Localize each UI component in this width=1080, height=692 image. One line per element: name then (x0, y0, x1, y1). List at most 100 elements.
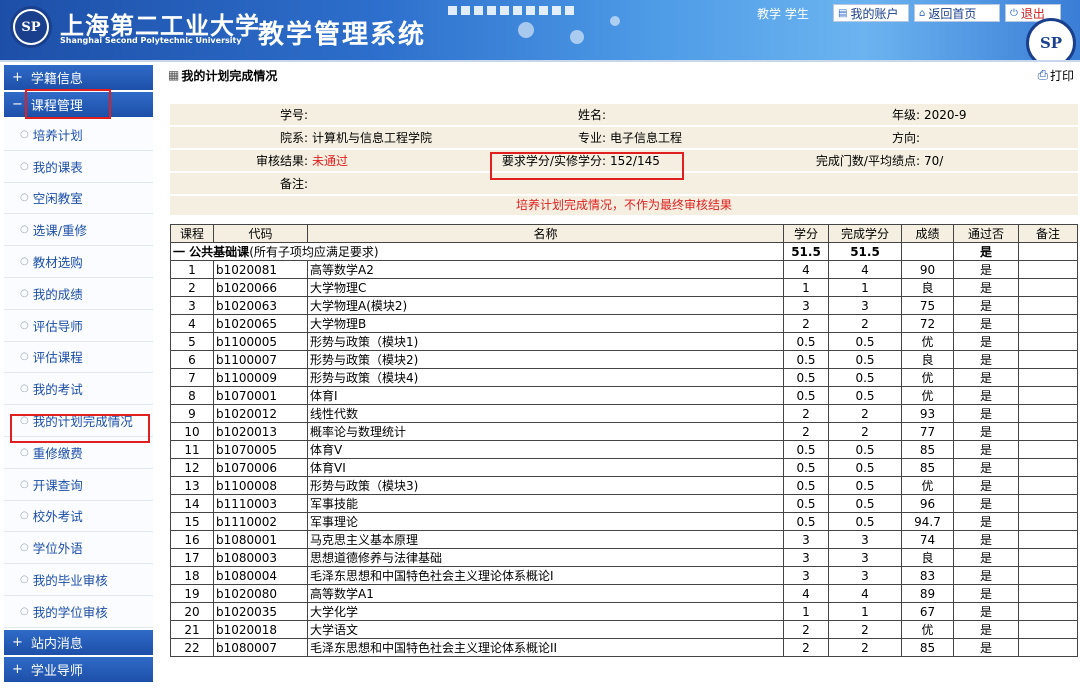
bullet-icon: ○ (20, 574, 29, 586)
course-remark (1018, 512, 1078, 531)
course-number: 6 (170, 350, 214, 369)
power-icon: ⏻ (1010, 7, 1018, 19)
sidebar-heading-academic-advisor[interactable]: + 学业导师 (4, 656, 153, 682)
course-score: 良 (901, 548, 954, 567)
course-number: 14 (170, 494, 214, 513)
bullet-icon: ○ (20, 128, 29, 140)
category-name: 一 公共基础课 (173, 245, 250, 259)
course-code: b1100008 (213, 476, 308, 495)
course-number: 7 (170, 368, 214, 387)
category-remark (1018, 242, 1078, 261)
course-number: 3 (170, 296, 214, 315)
column-header: 课程 (170, 224, 214, 243)
column-header: 学分 (783, 224, 829, 243)
bullet-icon: ○ (20, 256, 29, 268)
course-credit: 1 (783, 602, 829, 621)
sidebar-item-label: 开课查询 (32, 477, 83, 493)
gpa-label: 完成门数/平均绩点: (815, 154, 920, 168)
course-code: b1110003 (213, 494, 308, 513)
course-credit: 3 (783, 530, 829, 549)
course-credit: 1 (783, 278, 829, 297)
pass-status: 是 (953, 584, 1019, 603)
return-home-button[interactable]: ⌂ 返回首页 (914, 4, 1000, 22)
sidebar-item[interactable]: ○ 培养计划 (4, 119, 153, 151)
bullet-icon: ○ (20, 224, 29, 236)
completed-credit: 2 (828, 404, 902, 423)
course-name: 高等数学A2 (307, 260, 784, 279)
sidebar-item[interactable]: ○ 我的计划完成情况 (4, 405, 153, 437)
decorative-circle (610, 16, 620, 26)
sidebar-item[interactable]: ○ 我的毕业审核 (4, 564, 153, 596)
university-name-en: Shanghai Second Polytechnic University (60, 36, 242, 45)
info-row: 审核结果: 未通过 要求学分/实修学分: 152/145 完成门数/平均绩点: 70/ (170, 150, 1078, 171)
sidebar-item[interactable]: ○ 教材选购 (4, 246, 153, 278)
my-account-button[interactable]: ▤ 我的账户 (833, 4, 909, 22)
course-remark (1018, 314, 1078, 333)
sidebar-item[interactable]: ○ 校外考试 (4, 500, 153, 533)
sidebar-item-label: 学位外语 (32, 541, 83, 557)
sidebar-item[interactable]: ○ 我的成绩 (4, 277, 153, 310)
sidebar-item[interactable]: ○ 我的课表 (4, 150, 153, 183)
course-remark (1018, 620, 1078, 639)
table-row: 15 b1110002 军事理论 0.5 0.5 94.7 是 (170, 512, 1078, 531)
course-remark (1018, 368, 1078, 387)
course-remark (1018, 296, 1078, 315)
pass-status: 是 (953, 368, 1019, 387)
sidebar-item[interactable]: ○ 开课查询 (4, 468, 153, 501)
sidebar-item[interactable]: ○ 学位外语 (4, 532, 153, 565)
course-name: 线性代数 (307, 404, 784, 423)
course-name: 形势与政策（模块4) (307, 368, 784, 387)
completed-credit: 4 (828, 260, 902, 279)
print-button[interactable]: ⎙ 打印 (1038, 67, 1074, 84)
sidebar-item[interactable]: ○ 选课/重修 (4, 214, 153, 247)
sidebar-heading-course-management[interactable]: − 课程管理 (4, 92, 153, 117)
bullet-icon: ○ (20, 160, 29, 172)
course-score: 67 (901, 602, 954, 621)
page-title-bar: ▦ 我的计划完成情况 (168, 64, 1080, 86)
course-number: 11 (170, 440, 214, 459)
bullet-icon: ○ (20, 605, 29, 617)
student-id-label: 学号: (279, 108, 308, 122)
course-name: 军事技能 (307, 494, 784, 513)
course-credit: 0.5 (783, 458, 829, 477)
course-code: b1080004 (213, 566, 308, 585)
pass-status: 是 (953, 638, 1019, 657)
bullet-icon: ○ (20, 287, 29, 299)
sidebar-item[interactable]: ○ 我的考试 (4, 373, 153, 406)
course-credit: 2 (783, 620, 829, 639)
department-label: 院系: (279, 131, 308, 145)
course-remark (1018, 602, 1078, 621)
course-number: 18 (170, 566, 214, 585)
sidebar-heading-messages[interactable]: + 站内消息 (4, 629, 153, 655)
info-row: 学号: 姓名: 年级: 2020-9 (170, 104, 1078, 125)
sidebar-item[interactable]: ○ 我的学位审核 (4, 595, 153, 628)
course-code: b1100009 (213, 368, 308, 387)
table-row: 1 b1020081 高等数学A2 4 4 90 是 (170, 260, 1078, 279)
table-row: 11 b1070005 体育V 0.5 0.5 85 是 (170, 440, 1078, 459)
sidebar-heading-label: 课程管理 (30, 99, 83, 114)
completed-credit: 2 (828, 638, 902, 657)
category-note: (所有子项均应满足要求) (249, 245, 379, 259)
sidebar-item[interactable]: ○ 重修缴费 (4, 436, 153, 469)
course-name: 形势与政策（模块2) (307, 350, 784, 369)
sidebar-heading-student-status[interactable]: + 学籍信息 (4, 65, 153, 90)
column-header: 完成学分 (828, 224, 902, 243)
decorative-circle (570, 30, 584, 44)
sidebar-item-label: 选课/重修 (32, 223, 87, 239)
course-score: 96 (901, 494, 954, 513)
sidebar-item[interactable]: ○ 空闲教室 (4, 182, 153, 215)
sidebar-item[interactable]: ○ 评估课程 (4, 341, 153, 374)
course-code: b1080003 (213, 548, 308, 567)
table-row: 18 b1080004 毛泽东思想和中国特色社会主义理论体系概论I 3 3 83 是 (170, 566, 1078, 585)
pass-status: 是 (953, 422, 1019, 441)
course-number: 5 (170, 332, 214, 351)
pass-status: 是 (953, 458, 1019, 477)
sidebar-item-label: 培养计划 (32, 127, 83, 143)
table-row: 17 b1080003 思想道德修养与法律基础 3 3 良是 (170, 548, 1078, 567)
course-credit: 0.5 (783, 476, 829, 495)
sidebar-item[interactable]: ○ 评估导师 (4, 309, 153, 342)
sidebar-item-label: 空闲教室 (32, 191, 83, 207)
course-credit: 2 (783, 638, 829, 657)
course-name: 体育V (307, 440, 784, 459)
plan-table: 课程 代码 名称 学分 完成学分 成绩 通过否 备注 一 公共基础课(所有子项均… (170, 224, 1078, 657)
